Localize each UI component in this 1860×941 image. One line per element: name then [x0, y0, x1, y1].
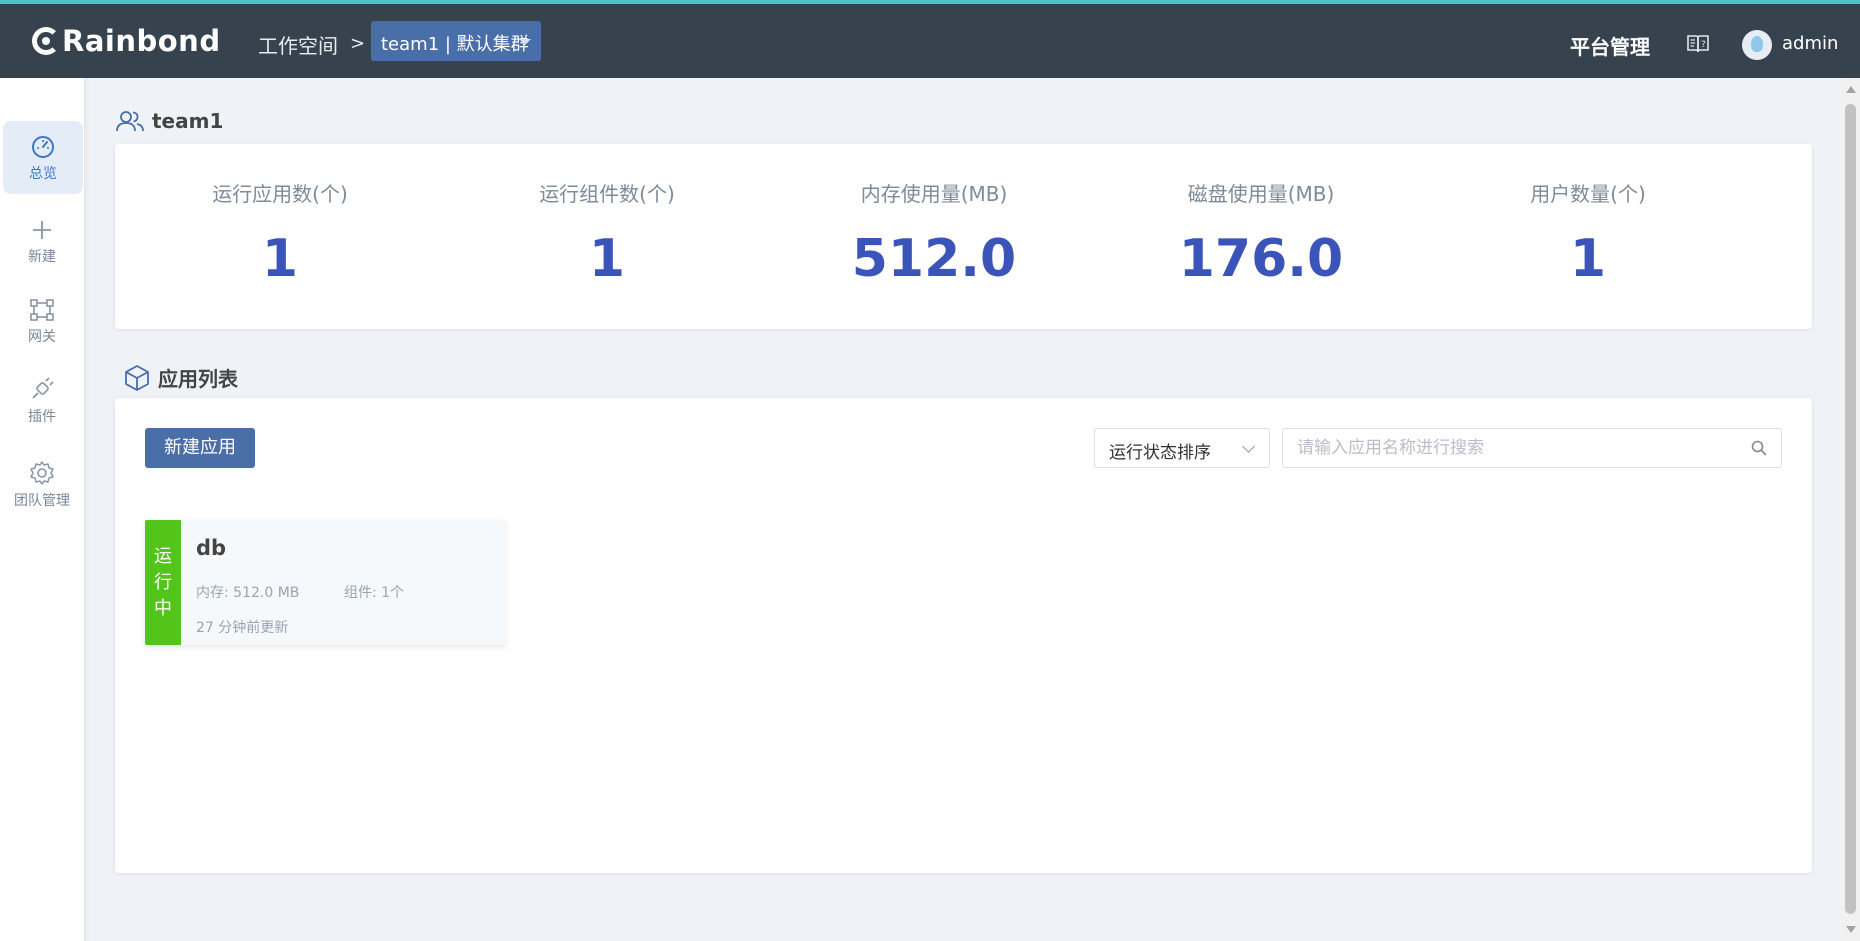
sidebar-item-plugin[interactable]: 插件 [0, 376, 84, 436]
new-app-button[interactable]: 新建应用 [145, 428, 255, 468]
breadcrumb-workspace[interactable]: 工作空间 [258, 30, 338, 59]
sidebar-item-gateway[interactable]: 网关 [0, 298, 84, 358]
stat-label: 磁盘使用量(MB) [1187, 182, 1335, 206]
gateway-icon [30, 299, 54, 321]
top-header: Rainbond 工作空间 > team1 | 默认集群 平台管理 ? admi… [0, 0, 1860, 78]
stat-running-components: 运行组件数(个) 1 [442, 144, 772, 289]
stat-running-apps: 运行应用数(个) 1 [115, 144, 445, 289]
rainbond-logo[interactable]: Rainbond [32, 24, 221, 58]
chevron-down-icon [1242, 440, 1255, 453]
sidebar-item-create[interactable]: 新建 [0, 218, 84, 278]
docs-book-icon[interactable]: ? [1686, 34, 1710, 54]
gear-icon [30, 461, 54, 485]
stat-disk-usage: 磁盘使用量(MB) 176.0 [1096, 144, 1426, 289]
team-cluster-dropdown[interactable]: team1 | 默认集群 [371, 21, 541, 61]
plugin-icon [32, 377, 54, 399]
app-status-text: 行 [154, 572, 172, 593]
app-status-text: 运 [154, 546, 172, 567]
plus-icon [33, 221, 51, 239]
scroll-down-arrow-icon[interactable] [1846, 926, 1856, 933]
stat-label: 运行组件数(个) [539, 182, 675, 206]
stat-value: 512.0 [851, 229, 1017, 289]
stat-memory-usage: 内存使用量(MB) 512.0 [769, 144, 1099, 289]
app-list-section-title: 应用列表 [124, 363, 238, 392]
app-memory: 内存: 512.0 MB [196, 585, 300, 601]
scrollbar-thumb[interactable] [1845, 104, 1856, 914]
sidebar-item-label: 总览 [29, 166, 57, 182]
stat-label: 运行应用数(个) [212, 182, 348, 206]
page-scrollbar[interactable] [1841, 78, 1860, 941]
sidebar-item-team-management[interactable]: 团队管理 [0, 460, 84, 520]
app-status-badge: 运 行 中 [145, 520, 181, 645]
app-search-input[interactable] [1283, 429, 1723, 467]
app-status-text: 中 [154, 598, 172, 619]
stat-value: 1 [261, 229, 299, 289]
sort-select-label: 运行状态排序 [1109, 443, 1211, 463]
stat-value: 1 [1569, 229, 1607, 289]
app-list-card: 新建应用 运行状态排序 运 行 中 db 内存: 512.0 MB 组件: 1个… [115, 398, 1812, 873]
svg-text:?: ? [1701, 40, 1706, 50]
user-avatar[interactable] [1742, 30, 1772, 60]
breadcrumb-separator: > [350, 33, 366, 54]
logo-icon [32, 27, 60, 55]
team-section-title: team1 [116, 109, 223, 133]
sidebar-item-overview[interactable]: 总览 [3, 121, 83, 194]
sort-status-dropdown[interactable]: 运行状态排序 [1094, 428, 1270, 468]
platform-management-link[interactable]: 平台管理 [1570, 31, 1650, 60]
stat-label: 内存使用量(MB) [860, 182, 1008, 206]
app-list-title: 应用列表 [158, 367, 238, 391]
scroll-up-arrow-icon[interactable] [1846, 86, 1856, 93]
stat-user-count: 用户数量(个) 1 [1423, 144, 1753, 289]
app-components: 组件: 1个 [344, 585, 405, 601]
cube-icon [125, 364, 149, 391]
sidebar-item-label: 插件 [28, 409, 56, 425]
team-users-icon [116, 111, 144, 132]
app-card-db[interactable]: 运 行 中 db 内存: 512.0 MB 组件: 1个 27 分钟前更新 [145, 520, 505, 645]
team-name: team1 [152, 109, 224, 133]
search-icon[interactable] [1751, 440, 1767, 456]
user-name[interactable]: admin [1782, 33, 1838, 54]
app-name[interactable]: db [196, 536, 226, 560]
app-search-box [1282, 428, 1782, 468]
stat-value: 1 [588, 229, 626, 289]
app-updated-time: 27 分钟前更新 [196, 620, 289, 636]
sidebar: 总览 新建 网关 插件 团队管理 [0, 78, 85, 941]
logo-text: Rainbond [62, 24, 221, 58]
stat-value: 176.0 [1178, 229, 1344, 289]
team-cluster-label: team1 | 默认集群 [381, 34, 529, 55]
sidebar-item-label: 团队管理 [14, 493, 70, 509]
dashboard-icon [32, 136, 54, 158]
caret-down-icon [519, 39, 531, 45]
sidebar-item-label: 网关 [28, 329, 56, 345]
team-stats-card: 运行应用数(个) 1 运行组件数(个) 1 内存使用量(MB) 512.0 磁盘… [115, 144, 1812, 329]
stat-label: 用户数量(个) [1530, 182, 1646, 206]
sidebar-item-label: 新建 [28, 249, 56, 265]
